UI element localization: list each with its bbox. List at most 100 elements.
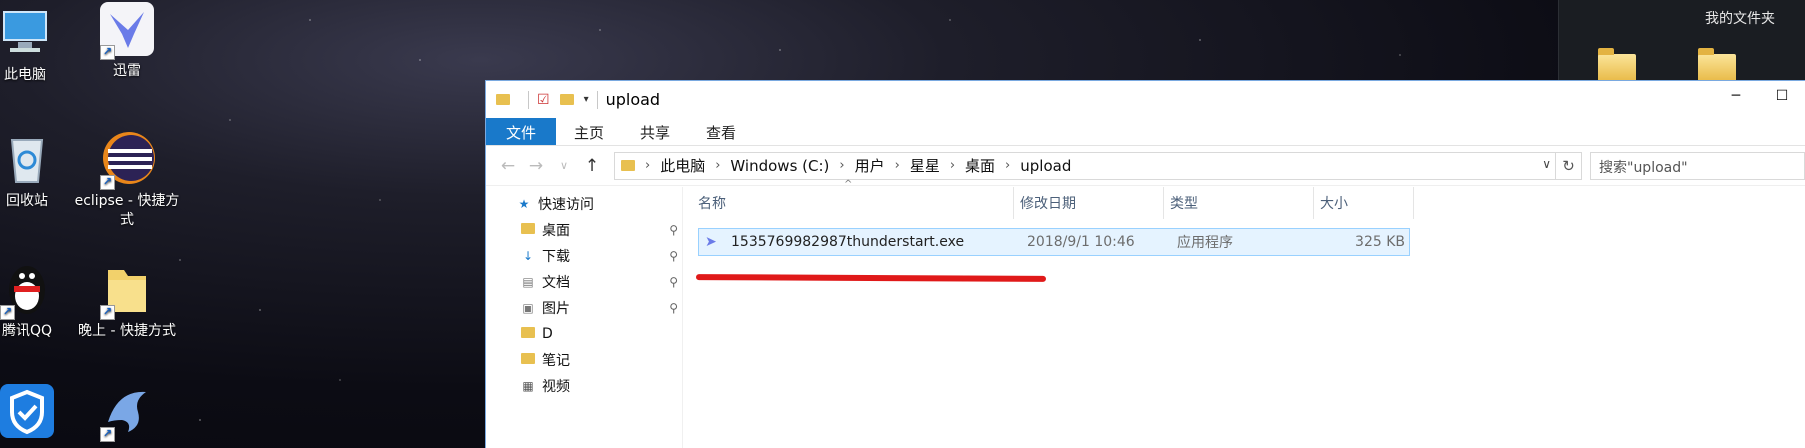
sidebar-item-label: 笔记 (542, 353, 570, 369)
ribbon-tabs: 文件 主页 共享 查看 (486, 118, 1805, 146)
desktop-icon-security[interactable] (0, 382, 82, 444)
minimize-button[interactable]: ─ (1713, 81, 1759, 111)
video-icon: ▦ (522, 379, 534, 393)
column-header-type[interactable]: 类型 (1164, 187, 1314, 219)
tab-view[interactable]: 查看 (688, 118, 754, 145)
breadcrumb-this-pc[interactable]: 此电脑 (660, 155, 705, 176)
sidebar-item-quick-access[interactable]: ★ 快速访问 (516, 193, 674, 215)
sidebar-item-desktop[interactable]: 桌面 ⚲ (520, 219, 678, 241)
folder-icon[interactable] (1598, 48, 1638, 82)
breadcrumb-drive-c[interactable]: Windows (C:) (730, 157, 829, 175)
red-underline-annotation (695, 274, 1047, 282)
tab-share[interactable]: 共享 (622, 118, 688, 145)
column-header-modified[interactable]: 修改日期 (1014, 187, 1164, 219)
breadcrumb-users[interactable]: 用户 (855, 155, 885, 176)
breadcrumb-user[interactable]: 星星 (910, 155, 940, 176)
sidebar-item-notes[interactable]: 笔记 (520, 349, 678, 371)
icon-label: 腾讯QQ (1, 323, 53, 339)
chevron-right-icon[interactable]: › (715, 158, 720, 173)
customize-toolbar-dropdown-icon[interactable]: ▾ (584, 94, 589, 105)
sidebar-item-label: 文档 (542, 275, 570, 291)
desktop-icon-recycle-bin[interactable]: 回收站 (0, 130, 82, 211)
sidebar-item-pictures[interactable]: ▣ 图片 ⚲ (520, 297, 678, 319)
chevron-right-icon[interactable]: › (645, 158, 650, 173)
desktop-icon-dolphin[interactable]: ↗ (72, 382, 182, 444)
shield-icon (0, 382, 56, 440)
desktop-icon-eclipse[interactable]: ↗ eclipse - 快捷方式 (72, 130, 182, 230)
icon-label: 迅雷 (113, 63, 141, 79)
icon-label: 回收站 (6, 193, 48, 209)
sidebar-item-label: D (542, 326, 553, 342)
shortcut-arrow-icon: ↗ (100, 45, 115, 60)
shortcut-arrow-icon: ↗ (100, 427, 115, 442)
column-header-size[interactable]: 大小 (1314, 187, 1414, 219)
window-title: upload (605, 90, 661, 109)
dolphin-icon: ↗ (98, 382, 156, 442)
file-size: 325 KB (1355, 234, 1405, 250)
up-arrow-icon[interactable]: ↑ (578, 156, 606, 176)
maximize-button[interactable]: ☐ (1759, 81, 1805, 111)
back-arrow-icon[interactable]: ← (494, 156, 522, 176)
icon-label: 晚上 - 快捷方式 (78, 323, 176, 339)
file-explorer-window: ☑ ▾ upload ─ ☐ 文件 主页 共享 查看 ← → ∨ ↑ › 此电脑… (485, 80, 1805, 448)
sidebar-item-d[interactable]: D (520, 323, 678, 345)
address-bar[interactable]: › 此电脑 › Windows (C:) › 用户 › 星星 › 桌面 › up… (614, 151, 1582, 180)
new-folder-icon[interactable] (559, 94, 574, 105)
eclipse-icon: ↗ (98, 130, 156, 190)
pin-icon[interactable]: ⚲ (669, 223, 678, 237)
desktop-icon-evening-folder[interactable]: ↗ 晚上 - 快捷方式 (72, 260, 182, 341)
desktop-folder-icon (520, 223, 536, 237)
pin-icon[interactable]: ⚲ (669, 249, 678, 263)
navigation-pane: ★ 快速访问 桌面 ⚲ ↓ 下载 ⚲ ▤ 文档 ⚲ ▣ 图片 ⚲ D 笔记 ▦ … (486, 187, 683, 448)
chevron-right-icon[interactable]: › (950, 158, 955, 173)
sidebar-item-videos[interactable]: ▦ 视频 (520, 375, 678, 397)
column-header-name[interactable]: 名称 (692, 187, 1014, 219)
xunlei-app-icon: ➤ (705, 234, 717, 250)
chevron-right-icon[interactable]: › (895, 158, 900, 173)
folder-icon (621, 160, 635, 171)
sidebar-item-label: 视频 (542, 379, 570, 395)
folder-icon (520, 327, 536, 341)
folder-icon (496, 94, 510, 105)
tab-file[interactable]: 文件 (486, 118, 556, 145)
recycle-bin-icon (0, 130, 56, 188)
file-type: 应用程序 (1177, 235, 1233, 251)
sidebar-item-label: 桌面 (542, 223, 570, 239)
forward-arrow-icon[interactable]: → (522, 156, 550, 176)
breadcrumb-upload[interactable]: upload (1020, 157, 1071, 175)
icon-label: 此电脑 (4, 67, 46, 83)
pin-icon[interactable]: ⚲ (669, 301, 678, 315)
chevron-right-icon[interactable]: › (1005, 158, 1010, 173)
tab-home[interactable]: 主页 (556, 118, 622, 145)
breadcrumb-desktop[interactable]: 桌面 (965, 155, 995, 176)
file-name: 1535769982987thunderstart.exe (731, 234, 965, 250)
title-bar: ☑ ▾ upload (486, 81, 1805, 118)
desktop-icon-xunlei[interactable]: ↗ 迅雷 (72, 0, 182, 81)
search-input[interactable]: 搜索"upload" (1590, 151, 1805, 180)
column-headers: 名称 修改日期 类型 大小 (692, 187, 1414, 219)
star-icon: ★ (518, 197, 530, 211)
desktop-icon-this-pc[interactable]: 此电脑 (0, 4, 80, 85)
pin-icon[interactable]: ⚲ (669, 275, 678, 289)
chevron-right-icon[interactable]: › (839, 158, 844, 173)
file-list: ^ 名称 修改日期 类型 大小 ➤ 1535769982987thunderst… (692, 179, 1805, 448)
window-controls: ─ ☐ (1713, 81, 1805, 111)
address-dropdown-icon[interactable]: ∨ (1542, 157, 1551, 171)
folder-icon[interactable] (1698, 48, 1738, 82)
shortcut-arrow-icon: ↗ (100, 305, 115, 320)
recent-locations-chevron-icon[interactable]: ∨ (550, 159, 578, 172)
properties-icon[interactable]: ☑ (537, 92, 550, 108)
shortcut-arrow-icon: ↗ (100, 175, 115, 190)
sidebar-item-documents[interactable]: ▤ 文档 ⚲ (520, 271, 678, 293)
table-row[interactable]: ➤ 1535769982987thunderstart.exe 2018/9/1… (698, 228, 1410, 256)
navigation-bar: ← → ∨ ↑ › 此电脑 › Windows (C:) › 用户 › 星星 ›… (486, 146, 1805, 186)
file-modified: 2018/9/1 10:46 (1027, 234, 1135, 250)
document-icon: ▤ (522, 275, 534, 289)
picture-icon: ▣ (522, 301, 534, 315)
my-folder-label: 我的文件夹 (1705, 11, 1775, 27)
icon-label: eclipse - 快捷方式 (74, 193, 180, 228)
refresh-icon[interactable]: ↻ (1555, 152, 1581, 179)
desktop-icon-qq[interactable]: ↗ 腾讯QQ (0, 260, 82, 341)
shortcut-arrow-icon: ↗ (0, 305, 15, 320)
sidebar-item-downloads[interactable]: ↓ 下载 ⚲ (520, 245, 678, 267)
